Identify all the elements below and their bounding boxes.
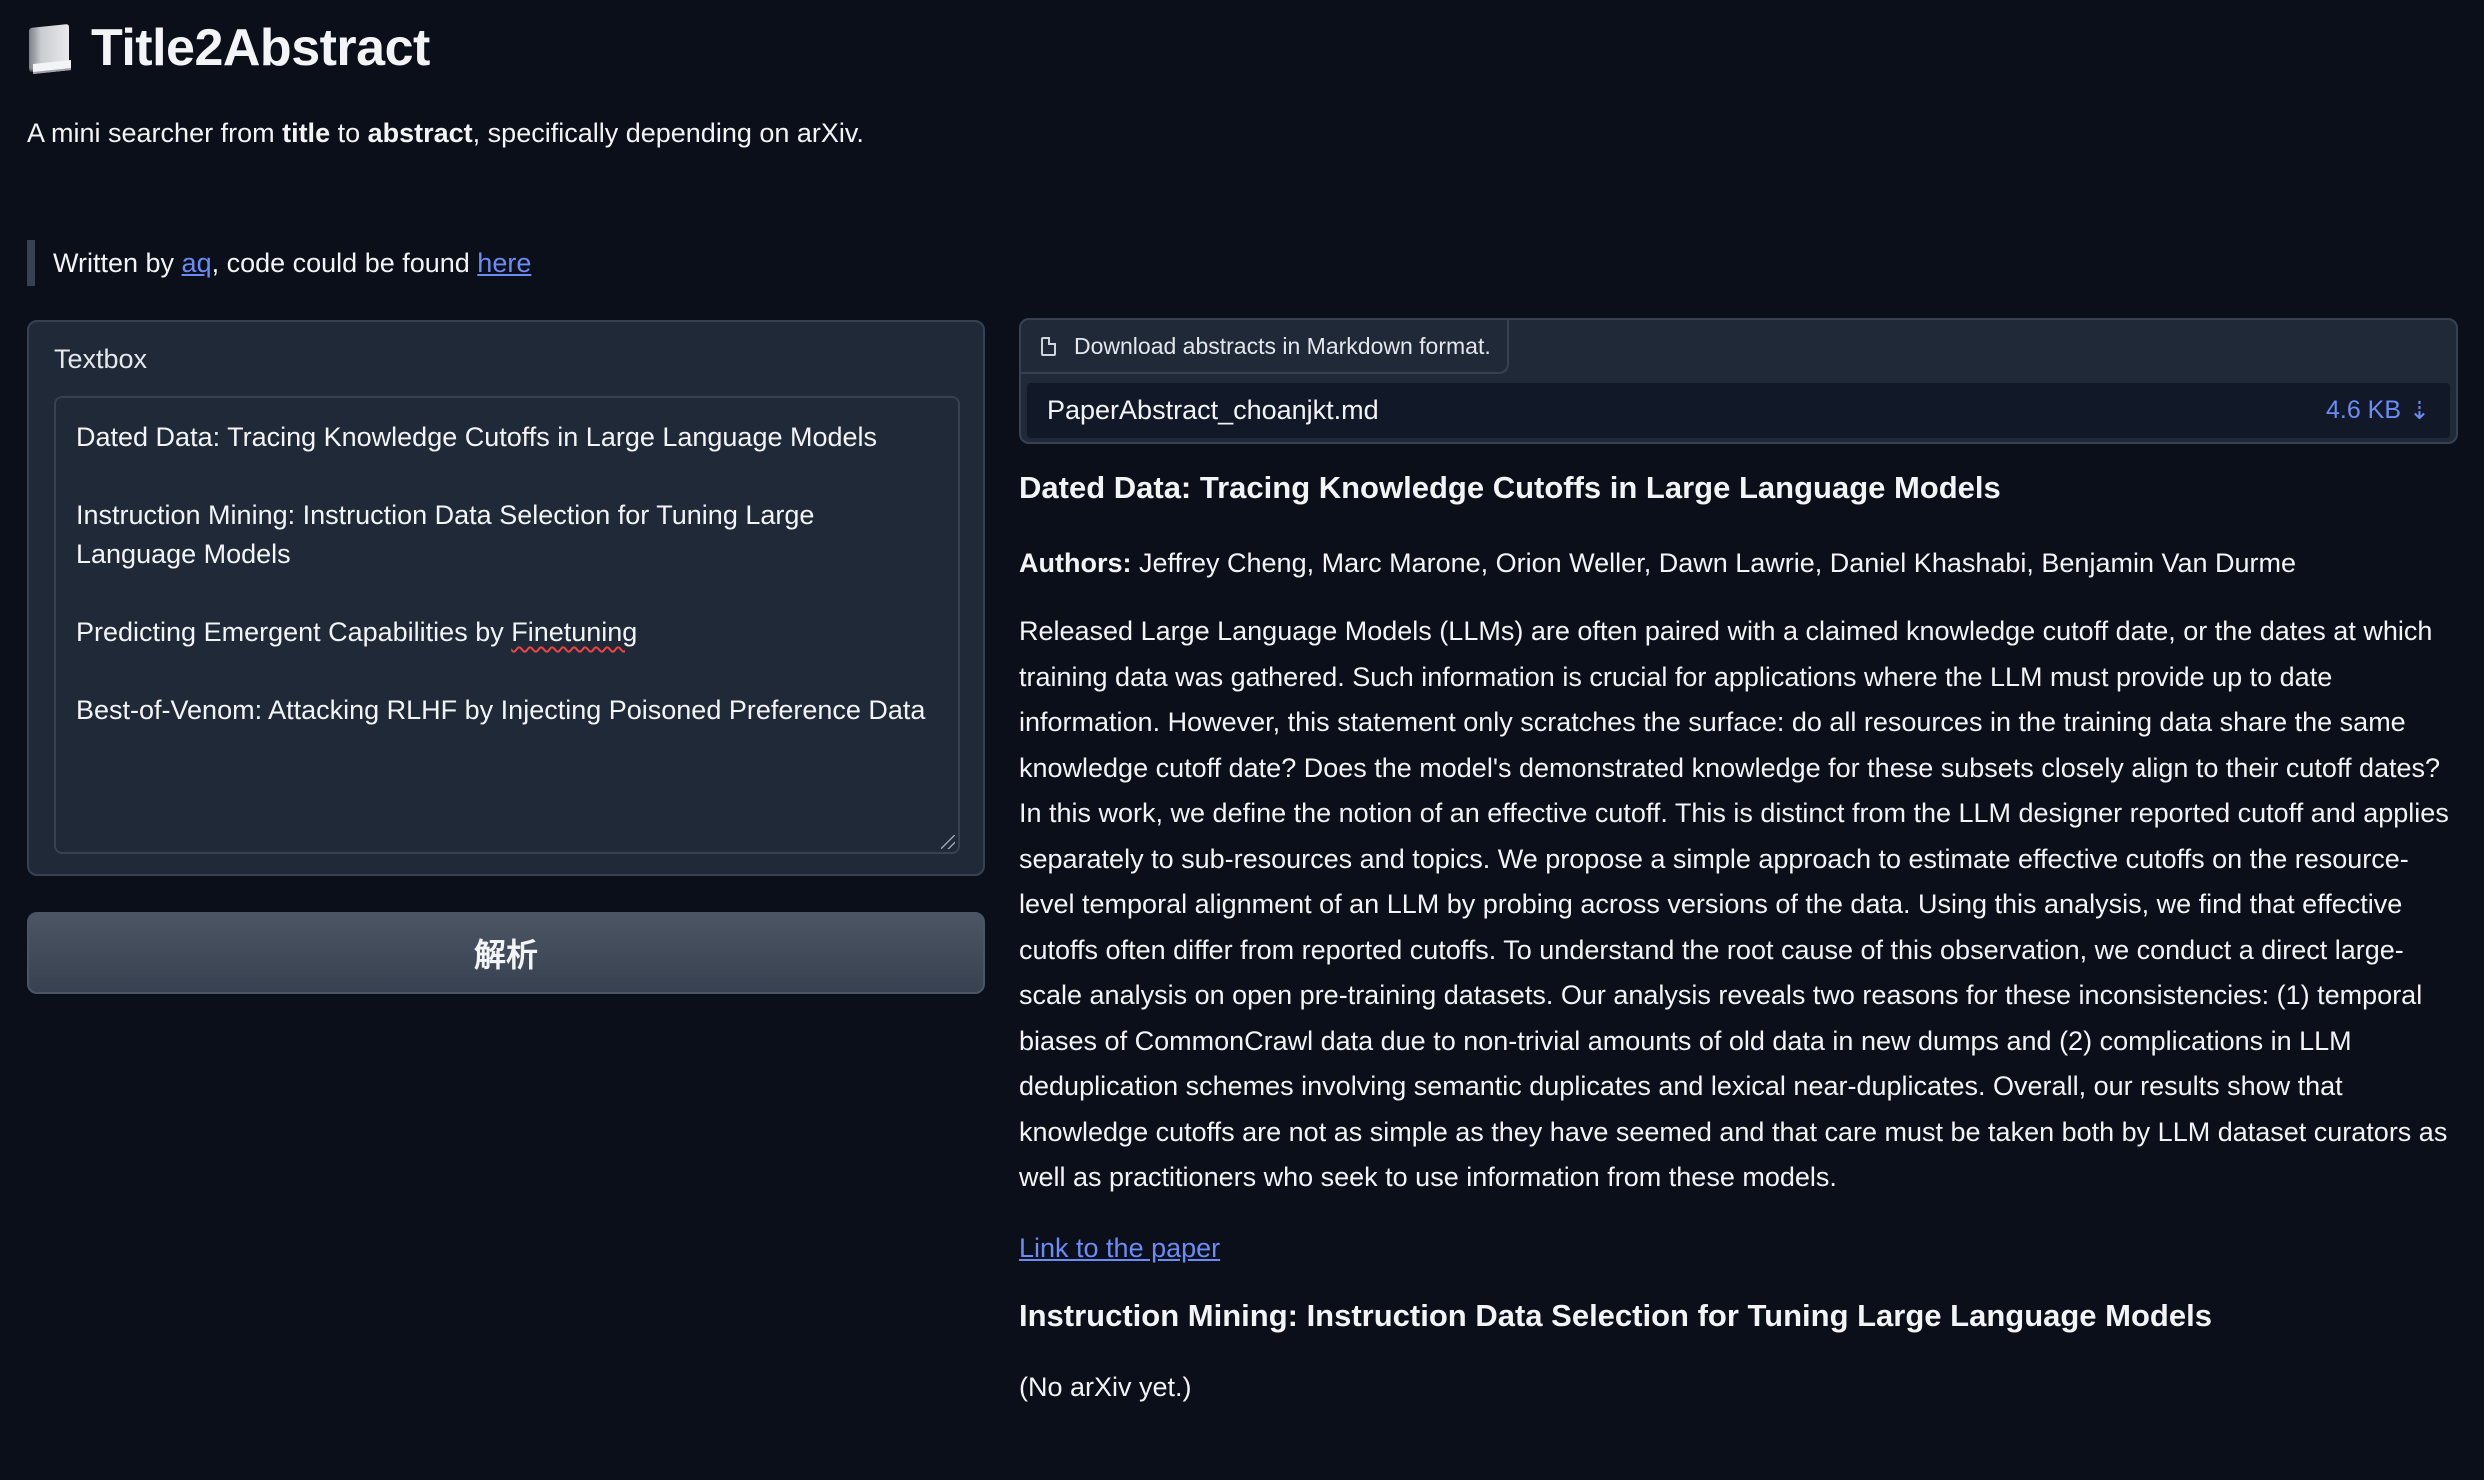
paper-title: Instruction Mining: Instruction Data Sel… xyxy=(1019,1297,2212,1333)
paper-status: (No arXiv yet.) xyxy=(1019,1371,1192,1402)
textarea-line: Predicting Emergent Capabilities by Fine… xyxy=(76,617,638,647)
textarea-line: Best-of-Venom: Attacking RLHF by Injecti… xyxy=(76,695,926,725)
file-icon xyxy=(1041,336,1056,356)
abstract-output: Dated Data: Tracing Knowledge Cutoffs in… xyxy=(1019,470,2459,1403)
book-icon xyxy=(27,22,73,74)
paper-link[interactable]: Link to the paper xyxy=(1019,1233,1220,1264)
paper-title: Dated Data: Tracing Knowledge Cutoffs in… xyxy=(1019,470,2001,505)
titles-textarea[interactable]: Dated Data: Tracing Knowledge Cutoffs in… xyxy=(54,396,960,854)
author-note: Written by aq, code could be found here xyxy=(27,240,531,286)
textbox-label: Textbox xyxy=(54,344,148,374)
paper-abstract: Released Large Language Models (LLMs) ar… xyxy=(1019,616,2449,1192)
textbox-panel: Textbox Dated Data: Tracing Knowledge Cu… xyxy=(27,320,985,876)
download-icon[interactable]: ⇣ xyxy=(2409,396,2430,426)
code-link[interactable]: here xyxy=(477,248,531,278)
file-panel: Download abstracts in Markdown format. P… xyxy=(1019,318,2458,444)
resize-handle-icon[interactable] xyxy=(941,835,955,849)
textarea-line: Dated Data: Tracing Knowledge Cutoffs in… xyxy=(76,422,878,452)
file-name[interactable]: PaperAbstract_choanjkt.md xyxy=(1047,395,1379,426)
page: Title2Abstract A mini searcher from titl… xyxy=(0,0,2484,1480)
file-label: Download abstracts in Markdown format. xyxy=(1019,318,1509,374)
paper-authors: Authors: Jeffrey Cheng, Marc Marone, Ori… xyxy=(1019,548,2297,578)
author-link[interactable]: aq xyxy=(182,248,212,278)
page-subtitle: A mini searcher from title to abstract, … xyxy=(27,118,864,148)
file-size[interactable]: 4.6 KB ⇣ xyxy=(2326,396,2430,426)
spellcheck-word: Finetuning xyxy=(511,617,638,647)
parse-button[interactable]: 解析 xyxy=(27,912,985,994)
header: Title2Abstract xyxy=(27,18,430,78)
page-title: Title2Abstract xyxy=(91,19,430,77)
file-download-row[interactable]: PaperAbstract_choanjkt.md 4.6 KB ⇣ xyxy=(1027,383,2450,438)
textarea-line: Instruction Mining: Instruction Data Sel… xyxy=(76,500,815,569)
